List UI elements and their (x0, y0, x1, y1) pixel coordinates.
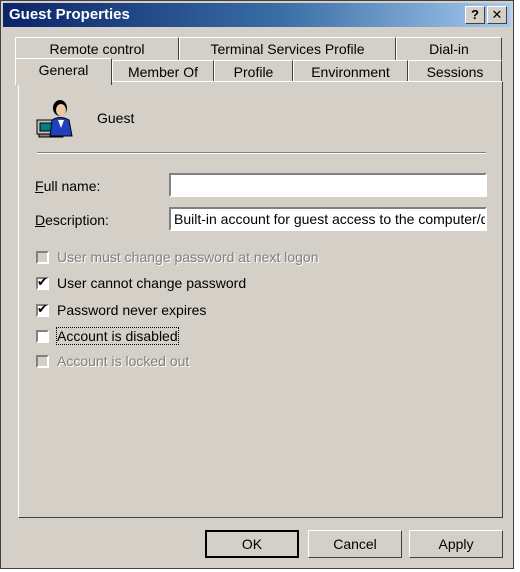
full-name-label: Full name: (35, 178, 101, 194)
tab-terminal-services-profile[interactable]: Terminal Services Profile (179, 37, 396, 61)
description-field[interactable]: Built-in account for guest access to the… (169, 207, 487, 231)
checkmark-icon: ✔ (37, 300, 48, 316)
full-name-field[interactable] (169, 173, 487, 197)
checkbox-password-never-expires-box[interactable]: ✔ (36, 300, 49, 317)
dialog-window: Guest Properties ? ✕ Remote control Term… (0, 0, 514, 569)
checkbox-cannot-change-password-box[interactable]: ✔ (36, 273, 49, 290)
user-computer-icon (36, 98, 76, 138)
close-button[interactable]: ✕ (487, 6, 507, 24)
checkbox-account-locked-out-label: Account is locked out (57, 353, 190, 369)
help-button[interactable]: ? (465, 6, 485, 24)
checkmark-icon: ✔ (37, 273, 48, 289)
checkbox-account-disabled-box[interactable] (36, 329, 49, 343)
checkbox-account-disabled[interactable]: Account is disabled (36, 327, 179, 345)
ok-button[interactable]: OK (205, 530, 299, 558)
tab-dial-in[interactable]: Dial-in (396, 37, 502, 61)
checkbox-must-change-password-box (36, 250, 49, 264)
checkbox-password-never-expires-label[interactable]: Password never expires (57, 302, 206, 318)
tab-general[interactable]: General (15, 58, 112, 85)
description-label: Description: (35, 212, 109, 228)
checkbox-must-change-password-label: User must change password at next logon (57, 249, 319, 265)
cancel-button[interactable]: Cancel (308, 530, 402, 558)
apply-button[interactable]: Apply (409, 530, 503, 558)
checkbox-account-locked-out-box (36, 354, 49, 368)
checkbox-account-locked-out: Account is locked out (36, 352, 189, 370)
window-title: Guest Properties (9, 6, 130, 23)
user-name-label: Guest (97, 110, 135, 126)
checkbox-account-disabled-label[interactable]: Account is disabled (56, 327, 179, 345)
checkbox-cannot-change-password[interactable]: ✔ User cannot change password (36, 274, 246, 292)
checkbox-cannot-change-password-label[interactable]: User cannot change password (57, 275, 246, 291)
checkbox-password-never-expires[interactable]: ✔ Password never expires (36, 301, 206, 319)
title-bar[interactable]: Guest Properties ? ✕ (3, 3, 511, 27)
general-tab-panel: Guest Full name: Description: Built-in a… (18, 81, 503, 518)
checkbox-must-change-password: User must change password at next logon (36, 248, 318, 266)
separator (37, 152, 486, 154)
